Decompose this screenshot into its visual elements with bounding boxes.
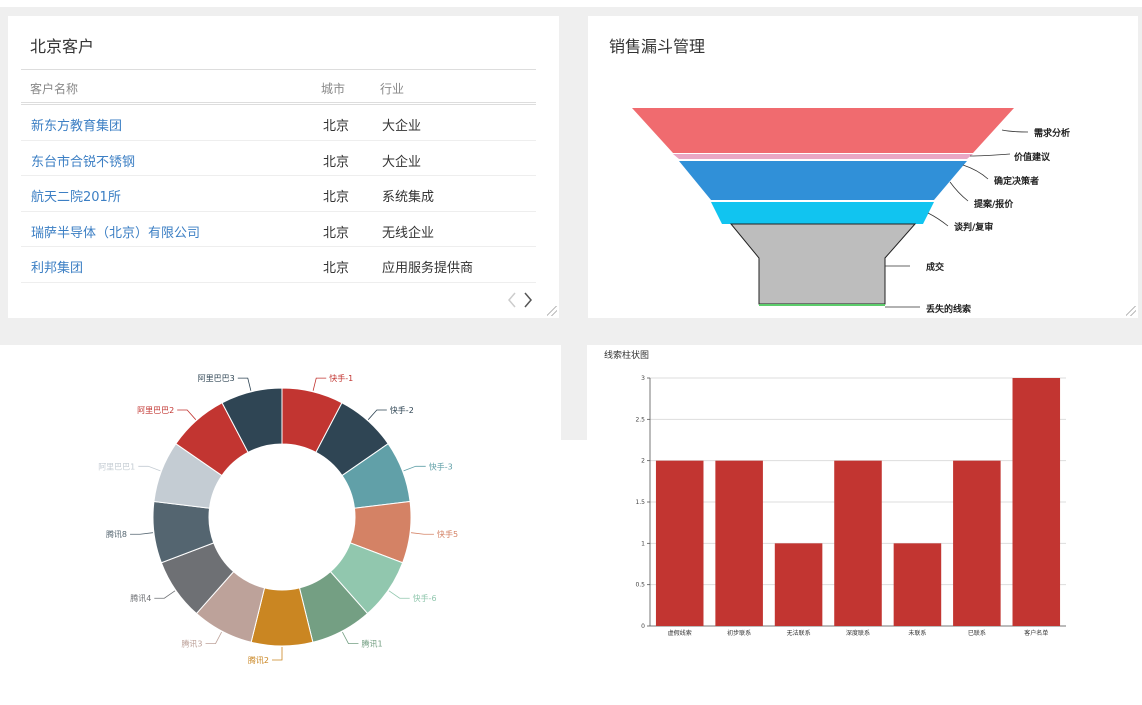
funnel-stage-negotiation[interactable] [729,223,917,305]
y-tick-label: 2.5 [635,416,645,423]
donut-slice-label: 快手-6 [413,593,437,603]
x-tick-label: 虚假线索 [668,629,692,637]
x-tick-label: 深度联系 [846,629,870,637]
column-header-city[interactable]: 城市 [321,80,345,97]
funnel-stage-demand[interactable] [632,108,1014,153]
table-row: 瑞萨半导体（北京）有限公司 北京 无线企业 [21,212,536,247]
bar[interactable] [715,460,763,626]
y-tick-label: 1 [641,540,645,547]
donut-label-line [312,377,327,391]
donut-label-line [205,631,222,645]
donut-label-line [154,590,176,599]
customer-industry: 系统集成 [382,190,435,205]
donut-slice-label: 腾讯1 [361,639,382,649]
x-tick-label: 无法联系 [787,629,811,637]
donut-slice-label: 阿里巴巴1 [98,462,135,471]
bar-chart-title: 线索柱状图 [604,351,650,361]
x-tick-label: 已联系 [968,629,986,637]
donut-slice-label: 腾讯8 [106,529,127,539]
donut-slice-label: 快手5 [437,529,458,539]
table-row: 东台市合锐不锈钢 北京 大企业 [21,141,536,176]
customer-name-link[interactable]: 新东方教育集团 [31,115,122,134]
customer-industry: 大企业 [382,154,422,170]
customer-name-link[interactable]: 航天二院201所 [31,186,121,205]
customer-city: 北京 [323,225,350,241]
table-row: 新东方教育集团 北京 大企业 [21,105,536,141]
y-tick-label: 2 [641,458,645,465]
chevron-right-icon[interactable] [524,292,532,308]
donut-slice-label: 腾讯4 [130,593,151,603]
funnel-label: 成交 [926,261,944,273]
bar-chart: 0 0.5 1 1.5 2 2.5 3 虚假线索 初步联系 无法联系 深度联系 未联系 已联系 客户名单 [635,375,1066,637]
bar[interactable] [1012,378,1061,626]
donut-chart: 快手-1 快手-2 快手-3 快手5 快手-6 腾讯1 腾讯2 腾讯3 腾讯4 腾讯8 阿里巴巴1 阿… [98,373,458,665]
y-tick-label: 0.5 [635,582,645,589]
funnel-label: 需求分析 [1034,127,1070,139]
column-header-industry[interactable]: 行业 [380,80,404,97]
funnel-label: 谈判/复审 [954,221,993,233]
y-tick-label: 0 [641,623,645,630]
donut-label-line [367,409,387,420]
funnel-label: 丢失的线索 [926,303,971,315]
customer-industry: 应用服务提供商 [382,261,474,276]
bar[interactable] [893,543,942,626]
donut-slice-label: 快手-1 [329,373,353,383]
bar[interactable] [655,460,704,626]
customer-industry: 大企业 [382,119,422,134]
donut-slice-label: 阿里巴巴3 [198,374,235,383]
bar[interactable] [774,543,823,626]
customer-city: 北京 [323,154,350,170]
customer-name-link[interactable]: 利邦集团 [31,257,83,276]
x-tick-label: 初步联系 [727,629,751,637]
sales-funnel-chart: 需求分析 价值建议 确定决策者 提案/报价 谈判/复审 成交 丢失的线索 [632,108,1070,315]
customer-city: 北京 [323,119,350,134]
customers-title: 北京客户 [30,37,95,56]
funnel-title: 销售漏斗管理 [609,37,706,56]
donut-label-line [237,377,252,391]
resize-handle[interactable] [547,306,557,316]
donut-slice-label: 快手-3 [429,461,453,471]
pagination [505,290,535,310]
funnel-label: 确定决策者 [994,175,1039,187]
customer-industry: 无线企业 [382,225,435,241]
table-row: 航天二院201所 北京 系统集成 [21,176,536,212]
donut-label-line [272,647,283,661]
customer-city: 北京 [323,190,350,205]
bar[interactable] [953,460,1001,626]
donut-label-line [342,631,359,645]
funnel-label: 价值建议 [1014,151,1051,163]
donut-slice-label: 腾讯2 [248,655,269,665]
customer-name-link[interactable]: 瑞萨半导体（北京）有限公司 [31,222,200,241]
customer-city: 北京 [323,261,350,276]
table-row: 利邦集团 北京 应用服务提供商 [21,247,536,283]
column-header-name[interactable]: 客户名称 [30,80,78,97]
donut-slice-label: 快手-2 [390,405,414,415]
funnel-stage-decision[interactable] [679,161,967,200]
table-header: 客户名称 城市 行业 [21,69,536,105]
dashboard-background-strip [561,345,587,440]
donut-label-line [411,532,434,535]
x-tick-label: 未联系 [908,629,926,637]
bar[interactable] [834,460,882,626]
donut-label-line [130,532,153,535]
customer-name-link[interactable]: 东台市合锐不锈钢 [31,151,135,170]
donut-slice-label: 阿里巴巴2 [137,406,174,415]
funnel-stage-value[interactable] [673,154,973,159]
funnel-label: 提案/报价 [974,198,1014,210]
donut-label-line [388,590,410,599]
x-tick-label: 客户名单 [1024,629,1048,637]
donut-slice-label: 腾讯3 [181,639,202,649]
donut-label-line [403,465,426,472]
chevron-left-icon[interactable] [508,292,516,308]
funnel-stage-proposal[interactable] [711,202,934,224]
donut-label-line [177,409,197,420]
donut-label-line [138,465,161,472]
y-tick-label: 1.5 [635,499,645,506]
y-tick-label: 3 [641,375,645,382]
